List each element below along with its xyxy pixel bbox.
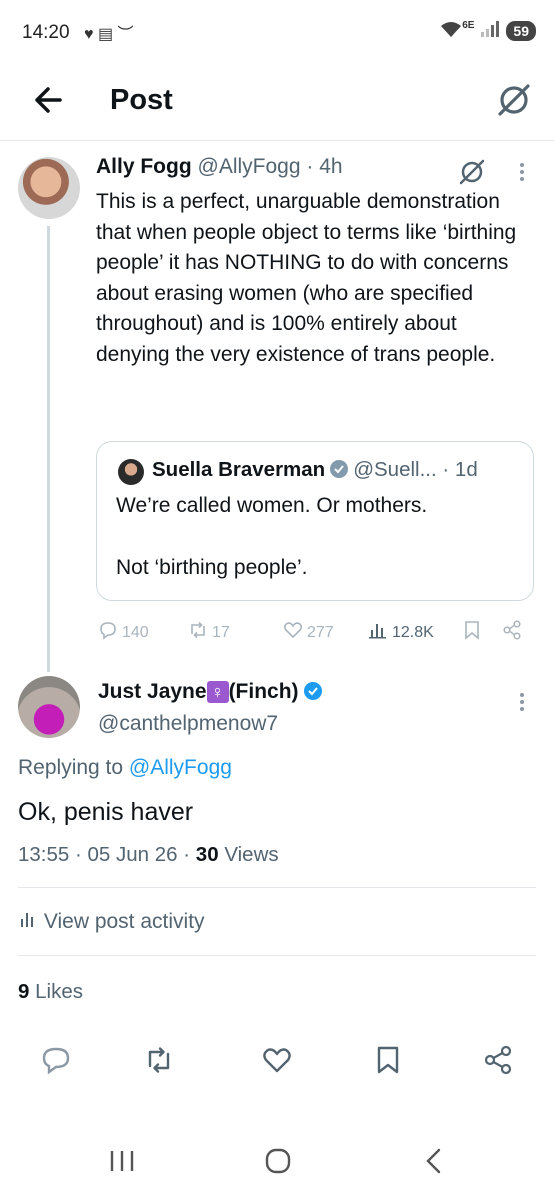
like-count: 277 — [307, 623, 334, 641]
quoted-author-handle: @Suell... — [353, 458, 437, 481]
page-title: Post — [110, 84, 173, 116]
reply-icon[interactable] — [40, 1044, 72, 1076]
network-type: 6E — [462, 20, 475, 31]
like-button[interactable]: 277 — [283, 620, 334, 645]
verified-grey-icon — [329, 459, 349, 479]
status-right-area: 6E 59 — [440, 20, 536, 41]
avatar[interactable] — [18, 157, 80, 219]
quoted-author-row: Suella Braverman @Suell... · 1d — [152, 458, 478, 482]
repost-count: 17 — [212, 623, 230, 641]
activity-icon — [20, 910, 38, 933]
status-time: 14:20 — [22, 22, 70, 43]
replying-to-link[interactable]: @AllyFogg — [129, 756, 232, 779]
post-meta: 13:55 · 05 Jun 26 · 30 Views — [18, 843, 279, 867]
tweet-time: · 4h — [306, 155, 343, 178]
battery-indicator: 59 — [506, 20, 536, 41]
views-count: 12.8K — [392, 623, 434, 641]
bookmark-icon[interactable] — [462, 620, 482, 640]
views-button[interactable]: 12.8K — [368, 620, 434, 645]
reply-author-name: Just Jayne — [98, 680, 207, 703]
quoted-author-name: Suella Braverman — [152, 458, 326, 481]
share-icon[interactable] — [502, 620, 522, 640]
quoted-text-line2: Not ‘birthing people’. — [116, 556, 308, 579]
verified-icon — [303, 681, 323, 701]
activity-divider — [18, 955, 536, 956]
view-post-activity-button[interactable]: View post activity — [20, 910, 205, 934]
view-post-activity-label: View post activity — [43, 910, 205, 933]
reply-count: 140 — [122, 623, 149, 641]
more-icon[interactable] — [514, 690, 530, 714]
likes-summary[interactable]: 9 Likes — [18, 980, 83, 1004]
tweet-text: This is a perfect, unarguable demonstrat… — [96, 190, 517, 366]
nav-home-icon[interactable] — [262, 1145, 294, 1182]
reply-text: Ok, penis haver — [18, 798, 194, 826]
nav-back-icon[interactable] — [420, 1145, 448, 1182]
header-divider — [0, 140, 554, 141]
post-views-label: Views — [224, 843, 279, 866]
wifi-icon — [440, 20, 462, 41]
share-icon[interactable] — [482, 1044, 514, 1076]
post-views-count: 30 — [195, 843, 219, 866]
signal-icon — [480, 20, 500, 41]
like-icon[interactable] — [261, 1044, 293, 1076]
grok-explain-icon[interactable] — [456, 156, 488, 188]
repost-icon — [188, 620, 208, 645]
more-icon[interactable] — [514, 160, 530, 184]
reply-author-name-row[interactable]: Just Jayne ♀ (Finch) — [98, 680, 327, 704]
female-sign-emoji: ♀ — [206, 681, 229, 703]
thread-line — [47, 226, 50, 672]
like-icon — [283, 620, 303, 645]
meta-divider — [18, 887, 536, 888]
reply-avatar[interactable] — [18, 676, 80, 738]
replying-prefix: Replying to — [18, 756, 124, 779]
quoted-time: · 1d — [442, 458, 478, 481]
grok-icon[interactable] — [494, 80, 534, 120]
quoted-text-line1: We’re called women. Or mothers. — [116, 494, 428, 517]
reply-button[interactable]: 140 — [98, 620, 149, 645]
post-timestamp: 13:55 · 05 Jun 26 · — [18, 843, 191, 866]
reply-icon — [98, 620, 118, 645]
back-arrow-icon[interactable] — [30, 80, 70, 120]
views-icon — [368, 620, 388, 645]
replying-to: Replying to @AllyFogg — [18, 756, 232, 780]
likes-count: 9 — [18, 980, 30, 1003]
nav-recents-icon[interactable] — [108, 1145, 136, 1182]
author-handle[interactable]: @AllyFogg — [198, 155, 301, 178]
tweet-author-row: Ally Fogg @AllyFogg · 4h — [96, 155, 343, 179]
quoted-avatar — [118, 459, 144, 485]
reply-author-handle[interactable]: @canthelpmenow7 — [98, 712, 278, 736]
author-name[interactable]: Ally Fogg — [96, 155, 192, 178]
status-notification-icons: ♥ ▤ ︶ — [84, 26, 134, 43]
likes-label: Likes — [35, 980, 83, 1003]
bookmark-icon[interactable] — [372, 1044, 404, 1076]
reply-author-name-suffix: (Finch) — [228, 680, 299, 703]
repost-icon[interactable] — [143, 1044, 175, 1076]
repost-button[interactable]: 17 — [188, 620, 230, 645]
